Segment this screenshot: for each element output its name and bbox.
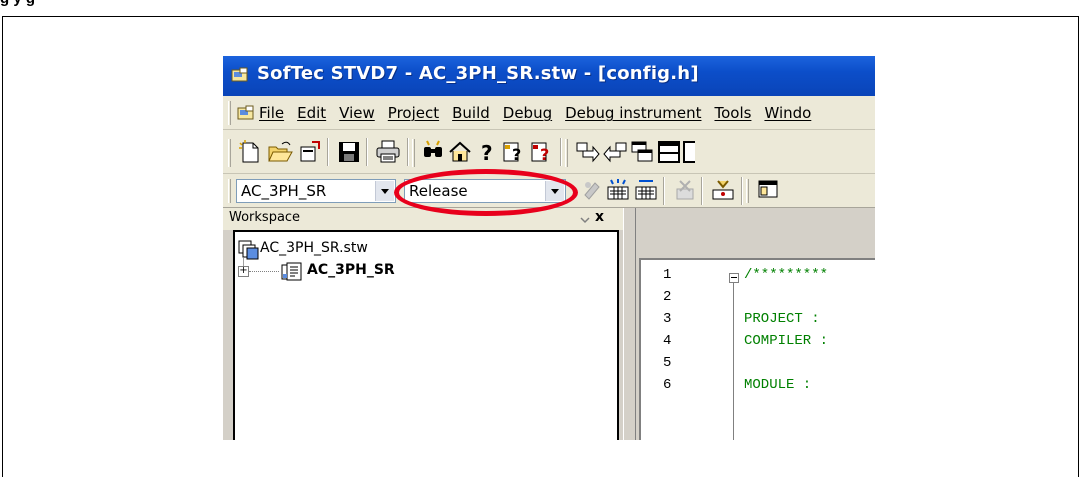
- workspace-file-icon: [238, 240, 259, 260]
- open-folder-icon[interactable]: [267, 139, 293, 165]
- toolbar-grip[interactable]: [228, 179, 231, 203]
- build-icon[interactable]: [605, 177, 631, 203]
- chevron-down-icon[interactable]: [580, 215, 590, 225]
- tree-project-node[interactable]: AC_3PH_SR: [307, 262, 395, 278]
- project-combo-value: AC_3PH_SR: [241, 182, 327, 200]
- print-icon[interactable]: [375, 139, 401, 165]
- app-icon: [231, 67, 248, 82]
- stop-build-icon: [676, 180, 694, 200]
- menu-bar: File Edit View Project Build Debug Debug…: [223, 96, 875, 130]
- toolbar-separator: [701, 177, 703, 205]
- menu-tools[interactable]: Tools: [714, 104, 751, 122]
- editor-top-strip: [636, 208, 875, 258]
- build-toolbar: AC_3PH_SR Release: [223, 174, 875, 208]
- toolbar-grip[interactable]: [228, 139, 231, 167]
- toolbar-separator: [560, 138, 562, 166]
- toolbar-grip[interactable]: [412, 139, 415, 167]
- code-line: PROJECT :: [744, 311, 820, 327]
- toolbar-separator: [407, 138, 409, 166]
- fold-guide: [733, 283, 734, 440]
- rebuild-all-icon[interactable]: [633, 177, 659, 203]
- step-into-icon[interactable]: [575, 139, 601, 165]
- workspace-tree: AC_3PH_SR.stw + AC_3PH_SR: [233, 230, 619, 440]
- windows-icon[interactable]: [629, 139, 655, 165]
- window-icon-partial[interactable]: [681, 139, 695, 165]
- line-number: 5: [663, 355, 672, 371]
- compile-icon: [584, 182, 600, 200]
- step-out-icon[interactable]: [602, 139, 628, 165]
- toolbar-grip[interactable]: [746, 179, 749, 203]
- line-number: 3: [663, 311, 672, 327]
- config-combo[interactable]: Release: [404, 179, 566, 203]
- menu-debug-instrument[interactable]: Debug instrument: [565, 104, 701, 122]
- tree-root-node[interactable]: AC_3PH_SR.stw: [260, 240, 368, 256]
- menu-window[interactable]: Windo: [764, 104, 811, 122]
- menu-debug[interactable]: Debug: [503, 104, 552, 122]
- page-heading-cut: g y g: [0, 0, 35, 8]
- save-icon[interactable]: [336, 139, 362, 165]
- code-line: MODULE :: [744, 377, 812, 393]
- line-number: 1: [663, 267, 672, 283]
- project-combo[interactable]: AC_3PH_SR: [236, 179, 396, 203]
- toolbar-separator: [663, 177, 665, 205]
- tree-expand-toggle[interactable]: +: [238, 266, 249, 277]
- standard-toolbar: ? ? ?: [223, 130, 875, 174]
- tree-connector: [249, 271, 279, 272]
- menu-items: File Edit View Project Build Debug Debug…: [259, 104, 824, 122]
- menu-edit[interactable]: Edit: [297, 104, 326, 122]
- menu-view[interactable]: View: [339, 104, 375, 122]
- line-number: 4: [663, 333, 672, 349]
- svg-text:?: ?: [540, 145, 549, 164]
- line-number: 2: [663, 289, 672, 305]
- code-line: /*********: [744, 267, 829, 283]
- toolbar-grip[interactable]: [565, 139, 568, 167]
- chevron-down-icon[interactable]: [375, 181, 394, 201]
- workspace-header: Workspace x: [223, 208, 623, 230]
- workspace-title: Workspace: [229, 210, 301, 225]
- toolbar-separator: [366, 138, 368, 166]
- home-icon[interactable]: [447, 139, 473, 165]
- menu-file[interactable]: File: [259, 104, 284, 122]
- new-file-icon[interactable]: [237, 139, 263, 165]
- project-icon: [281, 262, 302, 281]
- help-icon[interactable]: ?: [475, 139, 501, 165]
- code-line: COMPILER :: [744, 333, 829, 349]
- toolbar-separator: [741, 177, 743, 205]
- debug-icon[interactable]: [710, 177, 736, 203]
- context-help-icon[interactable]: ?: [501, 139, 527, 165]
- title-bar[interactable]: SofTec STVD7 - AC_3PH_SR.stw - [config.h…: [223, 56, 875, 96]
- svg-text:?: ?: [481, 141, 493, 165]
- close-icon[interactable]: x: [595, 209, 604, 225]
- horizontal-split-icon[interactable]: [656, 139, 682, 165]
- line-number: 6: [663, 377, 672, 393]
- toolbar-separator: [327, 138, 329, 166]
- config-combo-value: Release: [409, 182, 468, 200]
- document-icon[interactable]: [237, 105, 255, 121]
- window-icon[interactable]: [756, 177, 782, 203]
- menu-build[interactable]: Build: [452, 104, 490, 122]
- code-editor[interactable]: 1 /********* 2 3 PROJECT : 4 COMPILER : …: [639, 258, 875, 440]
- svg-text:?: ?: [512, 145, 521, 164]
- fold-toggle[interactable]: [729, 273, 739, 283]
- app-window: SofTec STVD7 - AC_3PH_SR.stw - [config.h…: [223, 56, 875, 440]
- chevron-down-icon[interactable]: [545, 181, 564, 201]
- help-topics-icon[interactable]: ?: [529, 139, 555, 165]
- menu-grip[interactable]: [228, 101, 231, 125]
- open-workspace-icon[interactable]: [297, 139, 323, 165]
- menu-project[interactable]: Project: [388, 104, 439, 122]
- window-title: SofTec STVD7 - AC_3PH_SR.stw - [config.h…: [257, 63, 699, 84]
- find-in-files-icon[interactable]: [421, 139, 447, 165]
- panel-splitter[interactable]: [623, 208, 636, 440]
